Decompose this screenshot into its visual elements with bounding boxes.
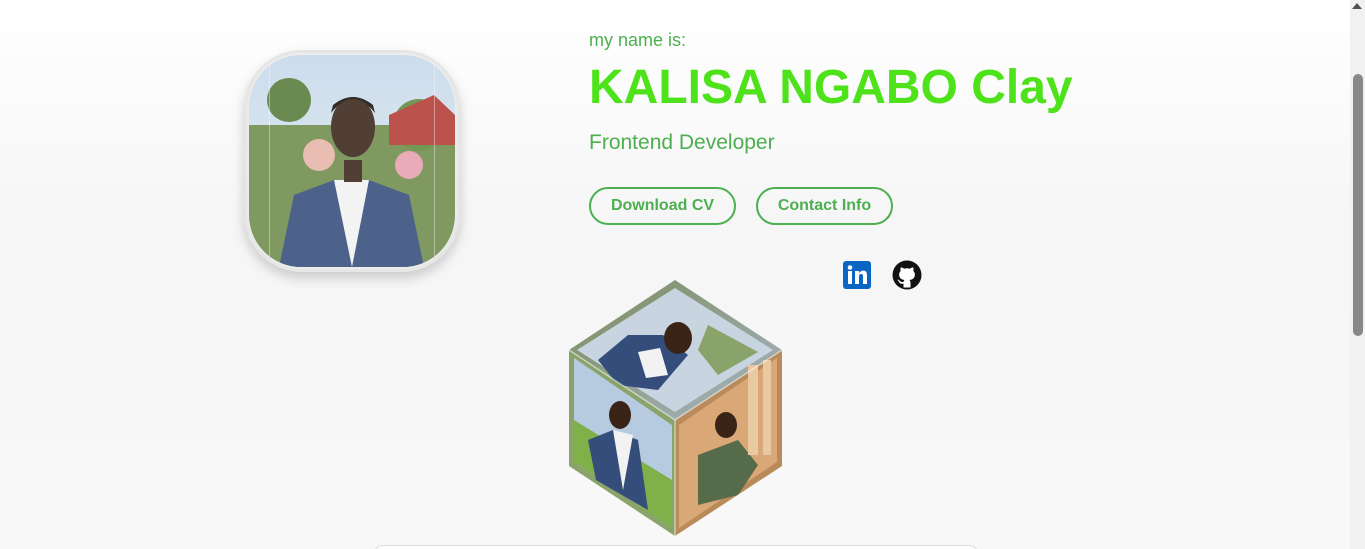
developer-role: Frontend Developer — [589, 131, 775, 154]
scroll-up-arrow-icon[interactable] — [1352, 3, 1362, 9]
profile-picture-frame — [244, 50, 460, 272]
profile-photo — [249, 55, 455, 267]
github-icon — [892, 260, 922, 290]
scrollbar-thumb[interactable] — [1353, 74, 1363, 336]
developer-name: KALISA NGABO Clay — [589, 61, 1073, 114]
linkedin-link[interactable] — [842, 260, 872, 290]
download-cv-button[interactable]: Download CV — [589, 187, 736, 225]
scrollbar[interactable] — [1350, 0, 1365, 549]
section-card — [373, 545, 979, 549]
intro-text: my name is: — [589, 30, 687, 50]
photo-cube — [568, 280, 783, 536]
linkedin-icon — [843, 261, 871, 289]
contact-info-button[interactable]: Contact Info — [756, 187, 893, 225]
github-link[interactable] — [892, 260, 922, 290]
